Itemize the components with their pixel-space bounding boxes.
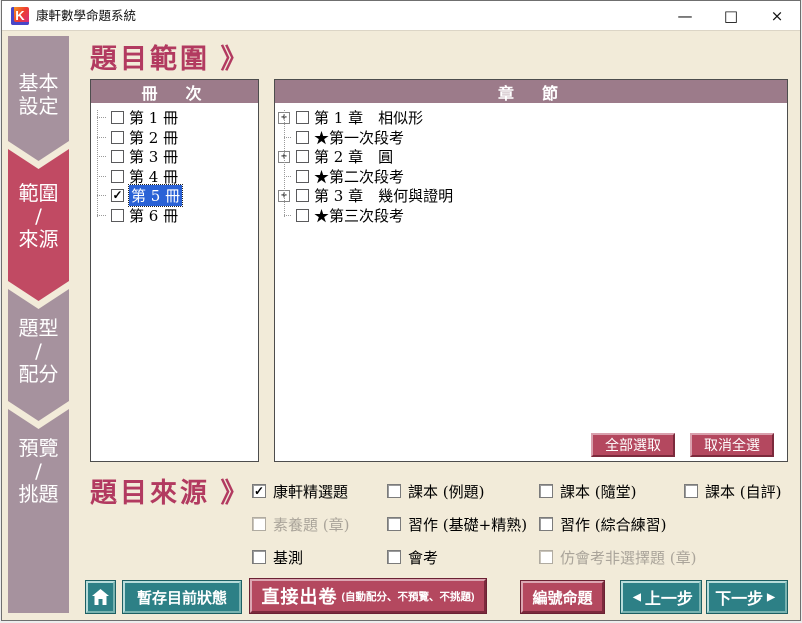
- source-checkbox[interactable]: [539, 484, 553, 498]
- volume-row-4: 第 4 冊: [91, 167, 258, 187]
- volume-row-6: 第 6 冊: [91, 206, 258, 226]
- app-logo-icon: K: [11, 7, 29, 25]
- volume-checkbox-1[interactable]: [111, 111, 124, 124]
- source-option-basic-test: 基測: [252, 548, 303, 566]
- deselect-all-button[interactable]: 取消全選: [690, 433, 774, 457]
- next-step-label: 下一步: [715, 585, 763, 609]
- tree-connector-line: [97, 110, 98, 217]
- source-option-kanghsuan: ✓ 康軒精選題: [252, 482, 348, 500]
- source-option-cap-exam: 會考: [387, 548, 438, 566]
- direct-generate-button[interactable]: 直接出卷 (自動配分、不預覽、不挑題): [250, 579, 486, 613]
- chapter-label-1[interactable]: 第 1 章 相似形: [314, 107, 423, 128]
- chapter-label-6[interactable]: ★第三次段考: [314, 205, 404, 226]
- title-bar: K 康軒數學命題系統 — □ ×: [2, 1, 800, 31]
- chapter-row-6: ★第三次段考: [275, 206, 787, 226]
- volume-panel: 冊 次 第 1 冊 第 2 冊 第 3 冊 第 4 冊: [90, 79, 259, 462]
- home-button[interactable]: [86, 581, 115, 613]
- volume-label-3[interactable]: 第 3 冊: [129, 146, 178, 167]
- volume-row-5: ✓ 第 5 冊: [91, 186, 258, 206]
- chapter-panel-header: 章 節: [275, 80, 787, 103]
- volume-label-6[interactable]: 第 6 冊: [129, 205, 178, 226]
- left-arrow-icon: ◀: [633, 592, 641, 603]
- source-checkbox: [539, 550, 553, 564]
- home-icon: [92, 589, 109, 605]
- volume-label-5[interactable]: 第 5 冊: [129, 185, 182, 206]
- chapter-row-3: + 第 2 章 圓: [275, 147, 787, 167]
- volume-checkbox-2[interactable]: [111, 131, 124, 144]
- chapter-checkbox-5[interactable]: [296, 189, 309, 202]
- source-checkbox[interactable]: [387, 484, 401, 498]
- source-option-textbook-inclass: 課本 (隨堂): [539, 482, 636, 500]
- question-range-heading: 題目範圍 》: [90, 37, 251, 76]
- next-step-button[interactable]: 下一步 ▶: [707, 581, 787, 613]
- volume-row-1: 第 1 冊: [91, 108, 258, 128]
- chapter-label-5[interactable]: 第 3 章 幾何與證明: [314, 185, 453, 206]
- volume-checkbox-3[interactable]: [111, 150, 124, 163]
- tab-preview-pick[interactable]: 預覽 / 挑題: [8, 409, 69, 613]
- tab-basic-settings[interactable]: 基本 設定: [8, 36, 69, 161]
- app-window: K 康軒數學命題系統 — □ × 基本 設定 範圍 / 來源 題型 / 配分 預…: [1, 0, 801, 621]
- source-checkbox[interactable]: [252, 550, 266, 564]
- maximize-button[interactable]: □: [708, 1, 754, 31]
- source-checkbox[interactable]: [684, 484, 698, 498]
- volume-label-2[interactable]: 第 2 冊: [129, 127, 178, 148]
- numbered-question-button[interactable]: 編號命題: [521, 581, 604, 613]
- source-checkbox[interactable]: ✓: [252, 484, 266, 498]
- volume-checkbox-4[interactable]: [111, 170, 124, 183]
- source-option-workbook-basic: 習作 (基礎+精熟): [387, 515, 527, 533]
- save-state-button[interactable]: 暫存目前狀態: [123, 581, 241, 613]
- chapter-label-3[interactable]: 第 2 章 圓: [314, 146, 393, 167]
- chapter-row-5: + 第 3 章 幾何與證明: [275, 186, 787, 206]
- source-checkbox[interactable]: [387, 550, 401, 564]
- source-checkbox[interactable]: [539, 517, 553, 531]
- chapter-panel: 章 節 + 第 1 章 相似形 ★第一次段考 + 第 2 章 圓 ★第二次: [274, 79, 788, 462]
- volume-panel-header: 冊 次: [91, 80, 258, 103]
- source-option-literacy: 素養題 (章): [252, 515, 349, 533]
- volume-row-2: 第 2 冊: [91, 128, 258, 148]
- source-option-textbook-example: 課本 (例題): [387, 482, 484, 500]
- chapter-row-4: ★第二次段考: [275, 167, 787, 187]
- previous-step-label: 上一步: [645, 585, 693, 609]
- chapter-row-1: + 第 1 章 相似形: [275, 108, 787, 128]
- chapter-checkbox-2[interactable]: [296, 131, 309, 144]
- chapter-checkbox-4[interactable]: [296, 170, 309, 183]
- volume-checkbox-5[interactable]: ✓: [111, 189, 124, 202]
- tree-connector-line: [284, 110, 285, 217]
- source-option-mock-nonchoice: 仿會考非選擇題 (章): [539, 548, 696, 566]
- chapter-checkbox-3[interactable]: [296, 150, 309, 163]
- chapter-label-2[interactable]: ★第一次段考: [314, 127, 404, 148]
- chapter-checkbox-1[interactable]: [296, 111, 309, 124]
- volume-label-1[interactable]: 第 1 冊: [129, 107, 178, 128]
- tab-range-source[interactable]: 範圍 / 來源: [8, 149, 69, 301]
- source-option-textbook-selftest: 課本 (自評): [684, 482, 781, 500]
- tab-question-type-points[interactable]: 題型 / 配分: [8, 289, 69, 421]
- chapter-label-4[interactable]: ★第二次段考: [314, 166, 404, 187]
- window-controls: — □ ×: [662, 1, 800, 31]
- chapter-row-2: ★第一次段考: [275, 128, 787, 148]
- volume-checkbox-6[interactable]: [111, 209, 124, 222]
- select-all-button[interactable]: 全部選取: [591, 433, 675, 457]
- direct-generate-sublabel: (自動配分、不預覽、不挑題): [342, 589, 475, 604]
- source-checkbox: [252, 517, 266, 531]
- right-arrow-icon: ▶: [767, 592, 775, 603]
- source-checkbox[interactable]: [387, 517, 401, 531]
- chapter-checkbox-6[interactable]: [296, 209, 309, 222]
- question-source-heading: 題目來源 》: [90, 471, 251, 510]
- volume-label-4[interactable]: 第 4 冊: [129, 166, 178, 187]
- direct-generate-label: 直接出卷: [262, 583, 338, 609]
- close-button[interactable]: ×: [754, 1, 800, 31]
- previous-step-button[interactable]: ◀ 上一步: [621, 581, 701, 613]
- minimize-button[interactable]: —: [662, 1, 708, 31]
- volume-tree: 第 1 冊 第 2 冊 第 3 冊 第 4 冊 ✓ 第 5 冊: [91, 103, 258, 225]
- volume-row-3: 第 3 冊: [91, 147, 258, 167]
- step-sidebar: 基本 設定 範圍 / 來源 題型 / 配分 預覽 / 挑題: [8, 36, 69, 613]
- window-title: 康軒數學命題系統: [36, 1, 136, 31]
- source-option-workbook-comprehensive: 習作 (綜合練習): [539, 515, 666, 533]
- chapter-tree: + 第 1 章 相似形 ★第一次段考 + 第 2 章 圓 ★第二次段考 +: [275, 103, 787, 225]
